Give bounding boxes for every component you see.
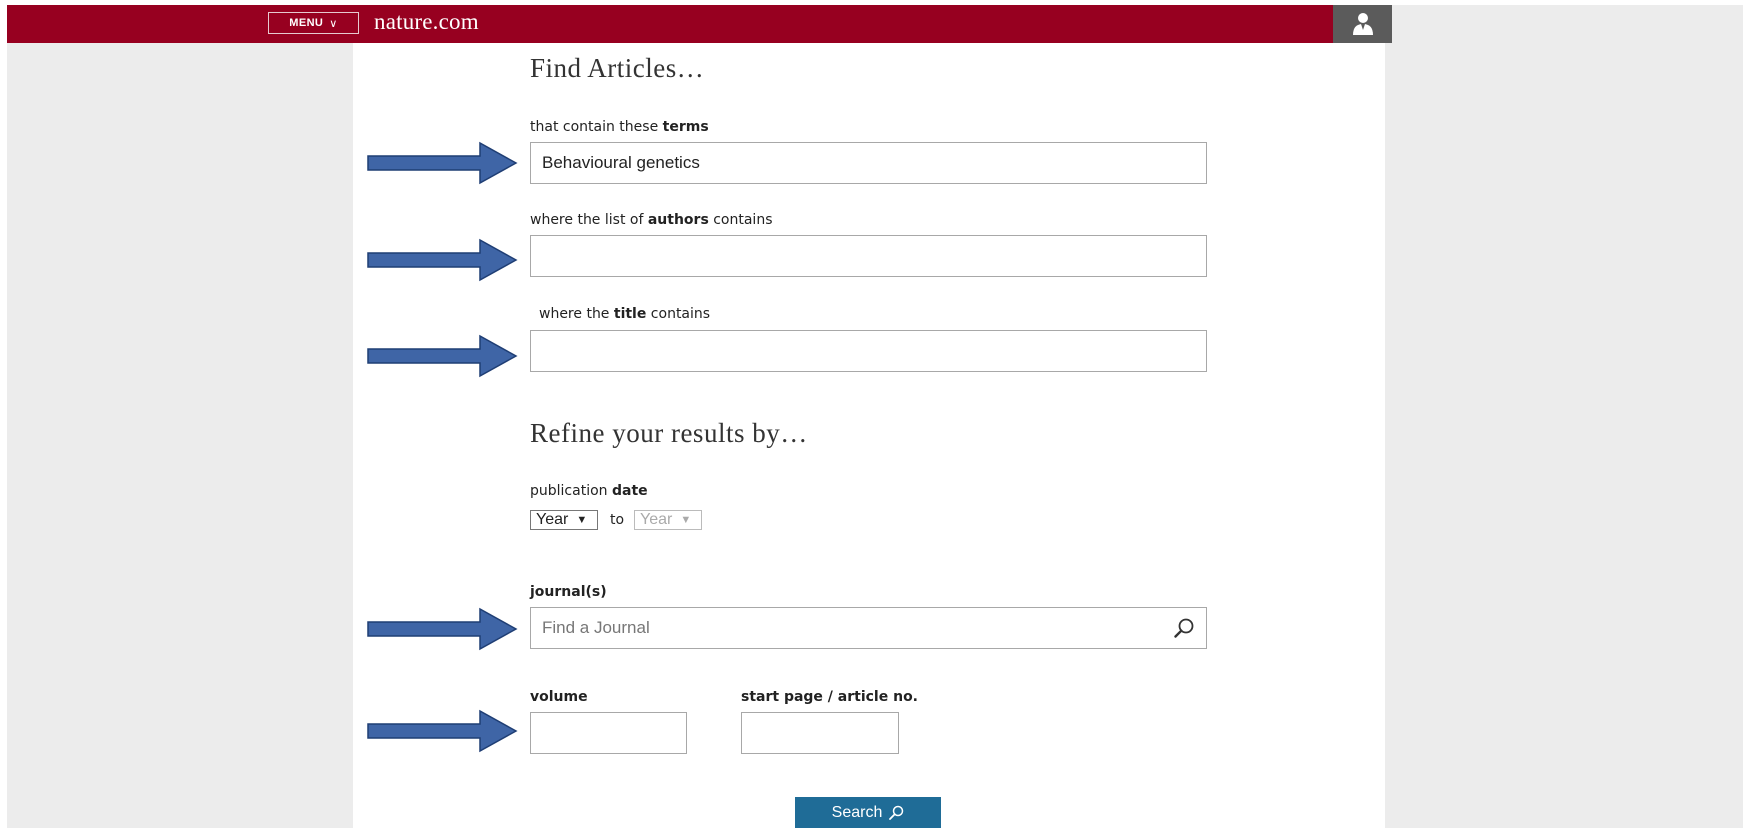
search-icon[interactable]	[1173, 617, 1195, 639]
site-logo[interactable]: nature.com	[374, 9, 479, 35]
search-icon	[889, 805, 904, 820]
refine-heading: Refine your results by…	[530, 418, 808, 448]
user-icon	[1352, 13, 1373, 35]
left-gutter	[7, 43, 353, 828]
year-to-select[interactable]: Year ▼	[634, 510, 702, 530]
search-button-label: Search	[831, 803, 883, 821]
dropdown-arrow-icon: ▼	[576, 513, 588, 526]
start-page-label: start page / article no.	[741, 689, 919, 705]
chevron-down-icon: ∨	[329, 17, 338, 30]
year-from-value: Year	[536, 511, 569, 528]
terms-input-value: Behavioural genetics	[542, 153, 700, 172]
volume-input[interactable]	[530, 712, 687, 754]
dropdown-arrow-icon: ▼	[680, 513, 692, 526]
publication-date-label: publication date	[530, 483, 648, 499]
annotation-arrow	[367, 238, 518, 282]
year-to-value: Year	[640, 511, 673, 528]
title-label: where the title contains	[539, 306, 711, 322]
menu-button-label: MENU	[289, 17, 324, 29]
annotation-arrow	[367, 709, 518, 753]
annotation-arrow	[367, 607, 518, 651]
start-page-input[interactable]	[741, 712, 899, 754]
page: MENU ∨ nature.com Find Articles… that co…	[0, 0, 1743, 828]
date-to-text: to	[610, 512, 625, 528]
annotation-arrow	[367, 334, 518, 378]
terms-input[interactable]: Behavioural genetics	[530, 142, 1207, 184]
user-account-button[interactable]	[1333, 5, 1392, 43]
year-from-select[interactable]: Year ▼	[530, 510, 598, 530]
authors-input[interactable]	[530, 235, 1207, 277]
search-button[interactable]: Search	[795, 797, 941, 828]
title-input[interactable]	[530, 330, 1207, 372]
terms-label: that contain these terms	[530, 119, 709, 135]
journal-search-placeholder: Find a Journal	[542, 618, 650, 637]
volume-label: volume	[530, 689, 588, 705]
journal-label: journal(s)	[530, 584, 607, 600]
journal-search-input[interactable]: Find a Journal	[530, 607, 1207, 649]
menu-button[interactable]: MENU ∨	[268, 12, 359, 34]
right-gutter	[1385, 5, 1743, 828]
top-navigation-bar: MENU ∨ nature.com	[7, 5, 1392, 43]
find-articles-heading: Find Articles…	[530, 53, 705, 83]
annotation-arrow	[367, 141, 518, 185]
authors-label: where the list of authors contains	[530, 212, 773, 228]
